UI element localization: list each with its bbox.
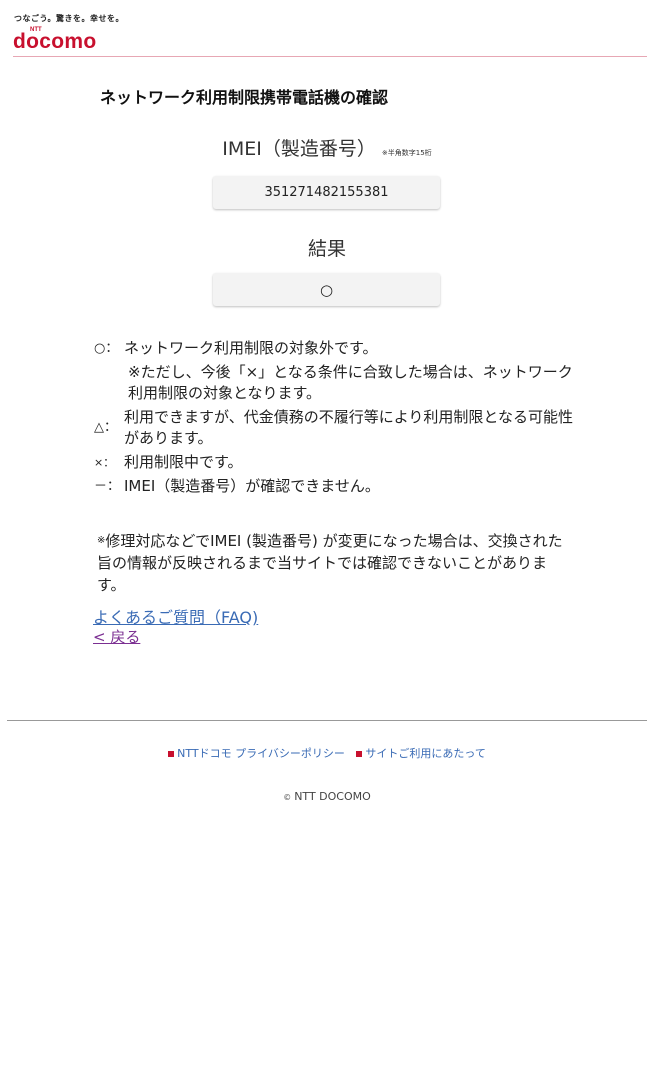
legend-row-cross: ×： 利用制限中です。 (94, 452, 574, 473)
legend-row-dash: －： IMEI（製造番号）が確認できません。 (94, 476, 574, 497)
result-legend: ○： ネットワーク利用制限の対象外です。 ※ただし、今後「×」となる条件に合致し… (94, 338, 574, 500)
dash-symbol: －： (94, 479, 121, 494)
docomo-logo[interactable]: docomo (13, 30, 96, 54)
imei-note: ※半角数字15桁 (381, 149, 432, 157)
imei-label: IMEI（製造番号） (222, 138, 376, 160)
dash-text: IMEI（製造番号）が確認できません。 (124, 477, 380, 495)
remark-note: ※修理対応などでIMEI (製造番号) が変更になった場合は、交換された旨の情報… (97, 530, 567, 596)
copyright-text: NTT DOCOMO (294, 790, 371, 803)
imei-value-box: 351271482155381 (213, 176, 440, 209)
result-value-box: ○ (213, 273, 440, 306)
imei-label-row: IMEI（製造番号） ※半角数字15桁 (0, 134, 654, 161)
imei-value: 351271482155381 (264, 185, 389, 200)
header-divider (13, 56, 647, 57)
faq-link[interactable]: よくあるご質問（FAQ) (93, 604, 258, 628)
legend-row-circle: ○： ネットワーク利用制限の対象外です。 (94, 338, 574, 359)
tagline: つなごう。驚きを。幸せを。 (14, 14, 125, 23)
site-header: つなごう。驚きを。幸せを。 NTT docomo (0, 0, 654, 58)
cross-symbol: ×： (94, 456, 115, 469)
result-value: ○ (319, 280, 334, 299)
triangle-symbol: △： (94, 420, 117, 435)
remark-text: 修理対応などでIMEI (製造番号) が変更になった場合は、交換された旨の情報が… (97, 532, 563, 594)
legend-row-triangle: △： 利用できますが、代金債務の不履行等により利用制限となる可能性があります。 (94, 407, 574, 449)
circle-note: ※ただし、今後「×」となる条件に合致した場合は、ネットワーク利用制限の対象となり… (128, 363, 573, 402)
bullet-icon (356, 751, 363, 757)
page-title: ネットワーク利用制限携帯電話機の確認 (100, 88, 389, 107)
copyright-mark: © (283, 793, 292, 802)
privacy-policy-label: NTTドコモ プライバシーポリシー (177, 747, 345, 760)
back-link[interactable]: < 戻る (93, 626, 140, 647)
site-terms-label: サイトご利用にあたって (365, 747, 486, 760)
cross-text: 利用制限中です。 (124, 453, 243, 471)
result-label: 結果 (307, 238, 346, 260)
bullet-icon (168, 751, 175, 757)
footer-divider (7, 720, 647, 721)
copyright: © NTT DOCOMO (0, 790, 654, 803)
privacy-policy-link[interactable]: NTTドコモ プライバシーポリシー (168, 747, 345, 760)
circle-text: ネットワーク利用制限の対象外です。 (124, 339, 378, 357)
triangle-text: 利用できますが、代金債務の不履行等により利用制限となる可能性があります。 (124, 408, 573, 447)
site-terms-link[interactable]: サイトご利用にあたって (356, 747, 486, 760)
footer-links: NTTドコモ プライバシーポリシー サイトご利用にあたって (0, 745, 654, 761)
circle-symbol: ○： (94, 341, 119, 356)
